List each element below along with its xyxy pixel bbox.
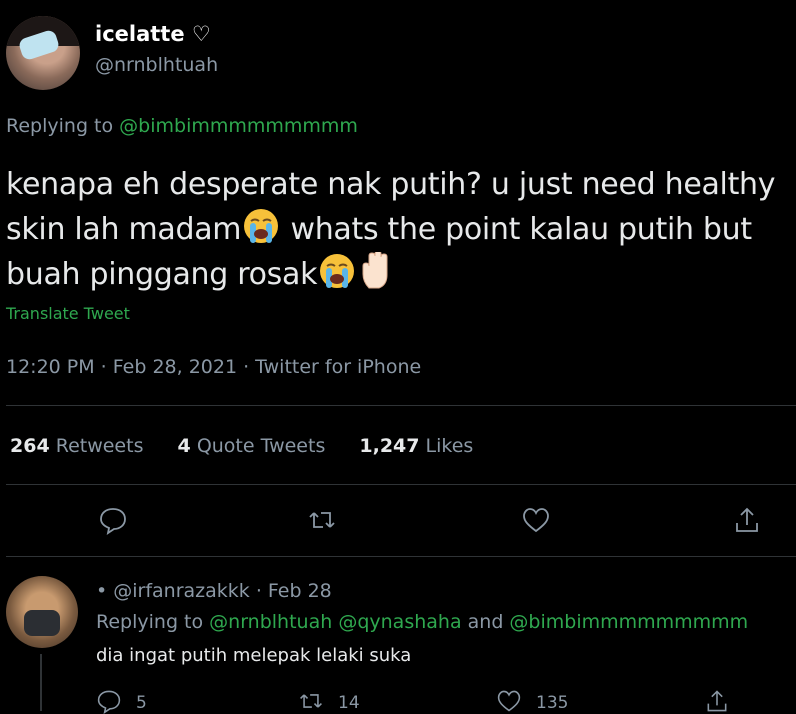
divider bbox=[6, 484, 796, 485]
replying-user-link[interactable]: @bimbimmmmmmmmm bbox=[509, 611, 748, 633]
loudly-crying-emoji bbox=[320, 254, 355, 288]
retweet-button[interactable] bbox=[307, 505, 337, 535]
reply-icon bbox=[100, 508, 126, 535]
retweet-count: 14 bbox=[338, 693, 360, 713]
translate-tweet-link[interactable]: Translate Tweet bbox=[6, 304, 130, 323]
reply-icon bbox=[97, 690, 121, 714]
reply-like-button[interactable]: 135 bbox=[496, 688, 568, 714]
replying-prefix: Replying to bbox=[6, 115, 120, 137]
reply-button[interactable] bbox=[98, 505, 128, 535]
tweet-text: kenapa eh desperate nak putih? u just ne… bbox=[6, 162, 796, 297]
like-icon bbox=[497, 690, 521, 712]
author-avatar[interactable] bbox=[6, 16, 80, 90]
reply-author-avatar[interactable] bbox=[6, 576, 78, 648]
share-icon bbox=[707, 690, 727, 712]
reply-reply-button[interactable]: 5 bbox=[96, 688, 147, 714]
reply-retweet-button[interactable]: 14 bbox=[298, 688, 360, 714]
divider bbox=[6, 405, 796, 406]
likes-stat[interactable]: 1,247 Likes bbox=[359, 435, 473, 457]
quote-tweets-stat[interactable]: 4 Quote Tweets bbox=[178, 435, 326, 457]
reply-replying-to: Replying to @nrnblhtuah @qynashaha and @… bbox=[96, 611, 748, 633]
reply-header[interactable]: • @irfanrazakkk · Feb 28 bbox=[96, 580, 332, 602]
share-icon bbox=[736, 507, 758, 532]
tweet-stats: 264 Retweets 4 Quote Tweets 1,247 Likes bbox=[10, 435, 501, 457]
retweet-icon bbox=[309, 512, 335, 528]
replying-and: and bbox=[461, 611, 510, 633]
replying-user-link[interactable]: @nrnblhtuah bbox=[209, 611, 332, 633]
author-name[interactable]: icelatte ♡ bbox=[95, 22, 211, 46]
like-count: 135 bbox=[536, 693, 569, 713]
reply-text: dia ingat putih melepak lelaki suka bbox=[96, 645, 412, 666]
retweet-icon bbox=[300, 694, 322, 708]
reply-count: 5 bbox=[136, 693, 147, 713]
loudly-crying-emoji bbox=[244, 209, 279, 243]
retweets-stat[interactable]: 264 Retweets bbox=[10, 435, 143, 457]
author-handle[interactable]: @nrnblhtuah bbox=[95, 54, 218, 76]
replying-user-link[interactable]: @bimbimmmmmmmmm bbox=[119, 115, 358, 137]
tweet-timestamp[interactable]: 12:20 PM · Feb 28, 2021 · Twitter for iP… bbox=[6, 356, 421, 378]
like-icon bbox=[523, 508, 549, 533]
raised-hand-emoji bbox=[362, 252, 388, 289]
divider bbox=[6, 556, 796, 557]
share-button[interactable] bbox=[732, 505, 762, 535]
reply-replying-prefix: Replying to bbox=[96, 611, 210, 633]
like-button[interactable] bbox=[521, 505, 551, 535]
thread-line bbox=[40, 654, 42, 711]
replying-to: Replying to @bimbimmmmmmmmm bbox=[6, 115, 358, 137]
reply-share-button[interactable] bbox=[704, 688, 744, 714]
replying-user-link[interactable]: @qynashaha bbox=[338, 611, 461, 633]
